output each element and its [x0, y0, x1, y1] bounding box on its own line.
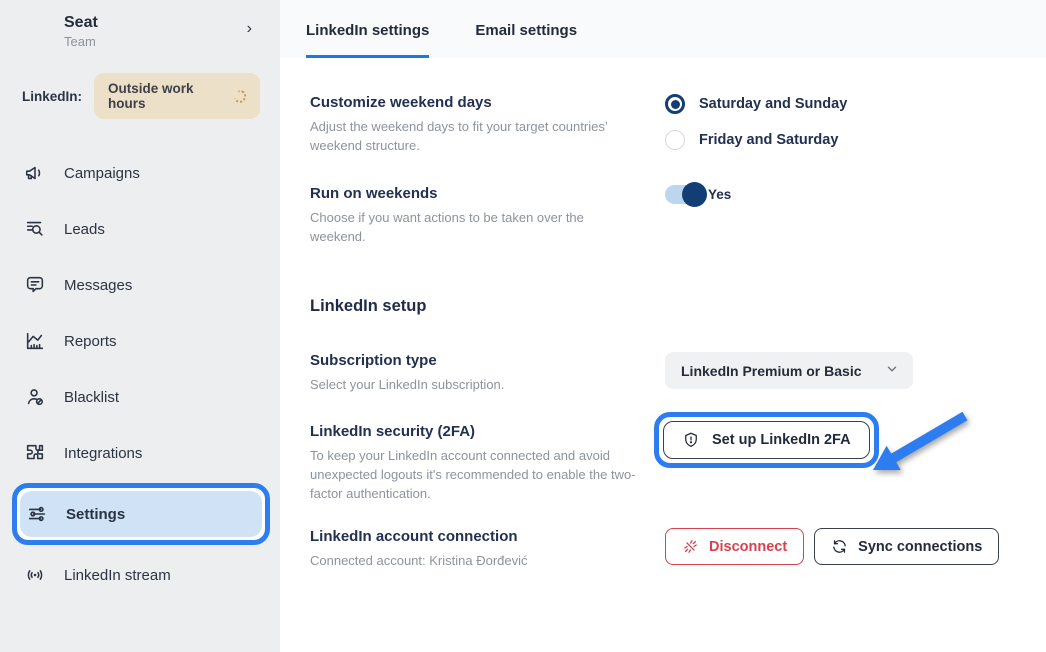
subscription-dropdown[interactable]: LinkedIn Premium or Basic	[665, 352, 913, 389]
sidebar-item-label: Campaigns	[64, 165, 140, 182]
chevron-down-icon	[885, 362, 899, 379]
sidebar-item-label: LinkedIn stream	[64, 567, 171, 584]
radio-unselected-icon[interactable]	[665, 130, 685, 150]
sidebar-item-messages[interactable]: Messages	[0, 257, 280, 313]
radio-saturday-sunday[interactable]: Saturday and Sunday	[665, 94, 1016, 114]
setup-2fa-label: Set up LinkedIn 2FA	[712, 432, 851, 448]
tab-linkedin-settings[interactable]: LinkedIn settings	[306, 0, 429, 58]
toggle-knob	[682, 182, 707, 207]
user-block-icon	[24, 386, 46, 408]
connection-title: LinkedIn account connection	[310, 528, 665, 545]
linkedin-status-row: LinkedIn: Outside work hours	[0, 73, 280, 119]
tab-email-settings[interactable]: Email settings	[475, 0, 577, 58]
run-on-weekends-toggle[interactable]	[665, 185, 705, 204]
radio-label: Friday and Saturday	[699, 132, 838, 148]
radio-friday-saturday[interactable]: Friday and Saturday	[665, 130, 1016, 150]
sidebar-item-integrations[interactable]: Integrations	[0, 425, 280, 481]
radio-label: Saturday and Sunday	[699, 96, 847, 112]
linkedin-status-label: LinkedIn:	[22, 89, 82, 104]
seat-subtitle: Team	[64, 34, 98, 49]
seat-info: Seat Team	[64, 14, 98, 49]
weekend-days-description: Adjust the weekend days to fit your targ…	[310, 118, 640, 156]
sidebar-item-label: Settings	[66, 506, 125, 523]
subscription-title: Subscription type	[310, 352, 665, 369]
sidebar-item-leads[interactable]: Leads	[0, 201, 280, 257]
connection-row: LinkedIn account connection Connected ac…	[310, 528, 1016, 571]
sidebar-item-label: Integrations	[64, 445, 142, 462]
leads-search-icon	[24, 218, 46, 240]
run-on-weekends-description: Choose if you want actions to be taken o…	[310, 209, 640, 247]
run-on-weekends-row: Run on weekends Choose if you want actio…	[310, 185, 1016, 255]
weekend-days-title: Customize weekend days	[310, 94, 665, 111]
settings-content: Customize weekend days Adjust the weeken…	[280, 58, 1046, 611]
puzzle-icon	[24, 442, 46, 464]
status-badge-text: Outside work hours	[108, 81, 224, 111]
chat-icon	[24, 274, 46, 296]
main-panel: LinkedIn settings Email settings Customi…	[280, 0, 1046, 652]
sync-icon	[831, 538, 848, 555]
disconnect-label: Disconnect	[709, 539, 787, 555]
security-title: LinkedIn security (2FA)	[310, 423, 665, 440]
shield-icon	[682, 431, 700, 449]
sync-connections-button[interactable]: Sync connections	[814, 528, 999, 565]
megaphone-icon	[24, 162, 46, 184]
broadcast-icon	[24, 564, 46, 586]
toggle-label: Yes	[708, 187, 731, 202]
run-on-weekends-title: Run on weekends	[310, 185, 665, 202]
security-row: LinkedIn security (2FA) To keep your Lin…	[310, 423, 1016, 528]
sidebar-item-label: Leads	[64, 221, 105, 238]
sync-connections-label: Sync connections	[858, 539, 982, 555]
chevron-right-icon[interactable]: ›	[247, 20, 252, 38]
connection-description: Connected account: Kristina Đorđević	[310, 552, 640, 571]
sidebar-item-label: Messages	[64, 277, 132, 294]
subscription-selected-value: LinkedIn Premium or Basic	[681, 363, 862, 379]
settings-highlight-annotation: Settings	[12, 483, 270, 545]
sidebar: Seat Team › LinkedIn: Outside work hours…	[0, 0, 280, 652]
sidebar-item-reports[interactable]: Reports	[0, 313, 280, 369]
sidebar-item-label: Reports	[64, 333, 117, 350]
linkedin-setup-heading: LinkedIn setup	[310, 297, 1016, 316]
radio-selected-icon[interactable]	[665, 94, 685, 114]
sidebar-nav: Campaigns Leads Messages	[0, 145, 280, 603]
weekend-days-row: Customize weekend days Adjust the weeken…	[310, 94, 1016, 185]
tab-bar: LinkedIn settings Email settings	[280, 0, 1046, 58]
status-badge[interactable]: Outside work hours	[94, 73, 260, 119]
chart-icon	[24, 330, 46, 352]
setup-2fa-highlight-annotation: Set up LinkedIn 2FA	[654, 412, 879, 468]
sidebar-item-settings[interactable]: Settings	[20, 491, 262, 537]
security-description: To keep your LinkedIn account connected …	[310, 447, 640, 504]
seat-header[interactable]: Seat Team ›	[0, 10, 280, 49]
sidebar-item-label: Blacklist	[64, 389, 119, 406]
sidebar-item-blacklist[interactable]: Blacklist	[0, 369, 280, 425]
weekend-days-options: Saturday and Sunday Friday and Saturday	[665, 94, 1016, 185]
setup-2fa-button[interactable]: Set up LinkedIn 2FA	[663, 421, 870, 459]
subscription-description: Select your LinkedIn subscription.	[310, 376, 640, 395]
seat-title: Seat	[64, 14, 98, 32]
sidebar-item-campaigns[interactable]: Campaigns	[0, 145, 280, 201]
disconnect-button[interactable]: Disconnect	[665, 528, 804, 565]
sliders-icon	[26, 503, 48, 525]
unlink-icon	[682, 538, 699, 555]
spinner-icon	[232, 88, 249, 105]
sidebar-item-linkedin-stream[interactable]: LinkedIn stream	[0, 547, 280, 603]
